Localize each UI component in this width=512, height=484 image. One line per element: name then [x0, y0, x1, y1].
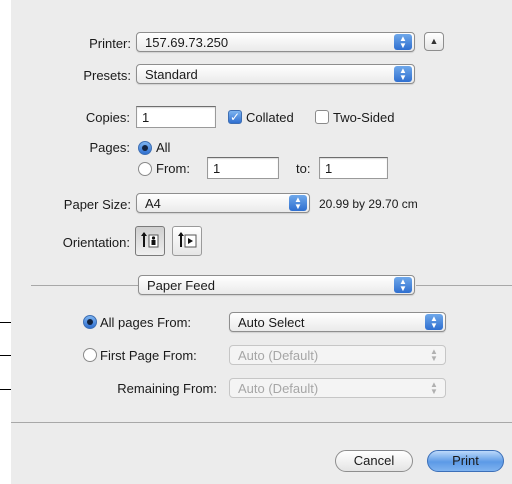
paper-size-popup[interactable]: A4 ▲ ▼	[136, 193, 310, 213]
printer-popup[interactable]: 157.69.73.250 ▲ ▼	[136, 32, 415, 52]
paper-size-label: Paper Size:	[63, 197, 131, 212]
presets-value: Standard	[145, 67, 198, 82]
popup-arrows-icon: ▲ ▼	[430, 380, 438, 396]
pages-all-label: All	[156, 140, 171, 155]
pages-from-value: 1	[213, 161, 221, 176]
presets-label: Presets:	[83, 68, 131, 83]
all-pages-label: All pages From:	[100, 315, 192, 330]
section-value: Paper Feed	[147, 278, 215, 293]
orientation-portrait-button[interactable]	[135, 226, 165, 256]
popup-arrows-icon: ▲ ▼	[289, 195, 307, 211]
pages-all-radio[interactable]	[138, 141, 152, 155]
section-divider-right	[416, 285, 512, 286]
first-page-label: First Page From:	[100, 348, 197, 363]
landscape-orientation-icon	[178, 232, 197, 248]
popup-arrows-icon: ▲ ▼	[394, 66, 412, 82]
two-sided-label: Two-Sided	[333, 110, 395, 125]
section-divider-left	[31, 285, 138, 286]
section-popup[interactable]: Paper Feed ▲ ▼	[138, 275, 415, 295]
popup-arrows-icon: ▲ ▼	[425, 314, 443, 330]
all-pages-value: Auto Select	[238, 315, 305, 330]
presets-popup[interactable]: Standard ▲ ▼	[136, 64, 415, 84]
paper-size-dimensions: 20.99 by 29.70 cm	[319, 197, 418, 211]
pages-label: Pages:	[89, 140, 130, 155]
remaining-value: Auto (Default)	[238, 381, 319, 396]
collated-label: Collated	[246, 110, 294, 125]
first-page-radio[interactable]	[83, 348, 97, 362]
disclosure-button[interactable]: ▲	[424, 32, 444, 51]
pages-to-value: 1	[325, 161, 333, 176]
popup-arrows-icon: ▲ ▼	[394, 277, 412, 293]
cancel-button[interactable]: Cancel	[335, 450, 413, 472]
two-sided-checkbox[interactable]	[315, 110, 329, 124]
print-button[interactable]: Print	[427, 450, 504, 472]
print-dialog: Printer: 157.69.73.250 ▲ ▼ ▲ Presets: Sta…	[11, 0, 512, 484]
disclosure-triangle-icon: ▲	[429, 36, 439, 46]
pages-from-radio[interactable]	[138, 162, 152, 176]
remaining-popup[interactable]: Auto (Default) ▲ ▼	[229, 378, 446, 398]
first-page-value: Auto (Default)	[238, 348, 319, 363]
first-page-popup[interactable]: Auto (Default) ▲ ▼	[229, 345, 446, 365]
copies-label: Copies:	[85, 110, 130, 125]
remaining-label: Remaining From:	[117, 381, 217, 396]
pages-to-label: to:	[296, 161, 311, 176]
pages-from-label: From:	[156, 161, 190, 176]
copies-field[interactable]: 1	[136, 106, 216, 128]
copies-value: 1	[142, 110, 150, 125]
pages-to-field[interactable]: 1	[319, 157, 388, 179]
popup-arrows-icon: ▲ ▼	[394, 34, 412, 50]
popup-arrows-icon: ▲ ▼	[430, 347, 438, 363]
all-pages-popup[interactable]: Auto Select ▲ ▼	[229, 312, 446, 332]
orientation-label: Orientation:	[62, 235, 130, 250]
all-pages-radio[interactable]	[83, 315, 97, 329]
orientation-landscape-button[interactable]	[172, 226, 202, 256]
paper-size-value: A4	[145, 196, 161, 211]
printer-value: 157.69.73.250	[145, 35, 229, 50]
collated-checkbox[interactable]: ✓	[228, 110, 242, 124]
pages-from-field[interactable]: 1	[207, 157, 279, 179]
printer-label: Printer:	[89, 36, 131, 51]
footer-divider	[11, 422, 512, 423]
portrait-orientation-icon	[141, 232, 159, 248]
